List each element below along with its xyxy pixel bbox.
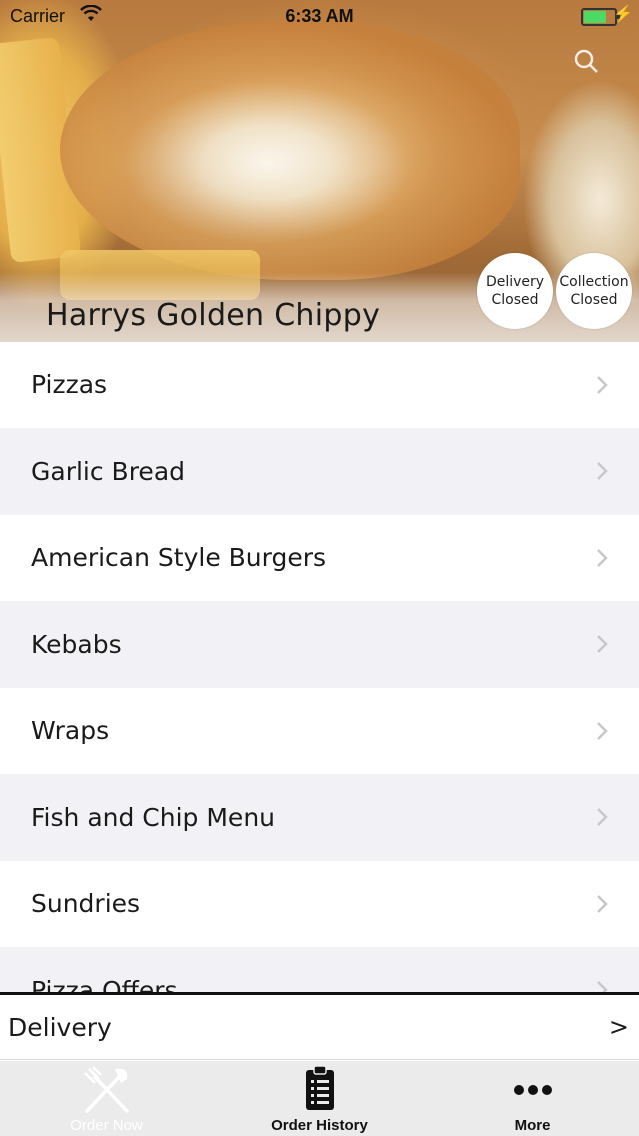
- fork-knife-icon: [81, 1065, 133, 1119]
- chevron-right-icon: [597, 721, 608, 740]
- menu-item-garlic-bread[interactable]: Garlic Bread: [0, 428, 639, 515]
- battery-icon: [581, 8, 620, 26]
- collection-status-value: Closed: [570, 292, 618, 308]
- fish-shape: [60, 20, 520, 280]
- delivery-status-value: Closed: [491, 292, 539, 308]
- menu-item-label: Fish and Chip Menu: [31, 802, 276, 832]
- menu-item-label: Kebabs: [31, 629, 122, 659]
- tab-label: Order History: [271, 1117, 368, 1134]
- ellipsis-icon: [513, 1081, 553, 1100]
- chevron-right-icon: [597, 375, 608, 394]
- menu-item-label: Pizzas: [31, 370, 108, 400]
- menu-item-label: Garlic Bread: [31, 456, 186, 486]
- menu-item-label: Wraps: [31, 716, 110, 746]
- clipboard-list-icon: [304, 1065, 336, 1115]
- menu-category-list[interactable]: Pizzas Garlic Bread American Style Burge…: [0, 342, 639, 992]
- menu-item-sundries[interactable]: Sundries: [0, 861, 639, 948]
- order-mode-label: Delivery: [8, 1012, 112, 1042]
- menu-item-fish-and-chip-menu[interactable]: Fish and Chip Menu: [0, 774, 639, 861]
- chevron-right-icon: [597, 981, 608, 992]
- delivery-status-badge: Delivery Closed: [477, 253, 553, 329]
- chevron-right-icon: [597, 548, 608, 567]
- menu-item-kebabs[interactable]: Kebabs: [0, 601, 639, 688]
- restaurant-name: Harrys Golden Chippy: [46, 298, 381, 333]
- clock-time: 6:33 AM: [285, 6, 354, 26]
- tab-label: More: [514, 1117, 551, 1134]
- delivery-status-title: Delivery: [485, 274, 545, 290]
- chevron-right-icon: [597, 808, 608, 827]
- collection-status-badge: Collection Closed: [556, 253, 632, 329]
- tab-bar: Order Now Order History More: [0, 1061, 639, 1136]
- tab-more[interactable]: More: [426, 1061, 639, 1136]
- tab-order-now[interactable]: Order Now: [0, 1061, 213, 1136]
- search-button[interactable]: [573, 48, 599, 74]
- menu-item-pizza-offers[interactable]: Pizza Offers: [0, 947, 639, 992]
- collection-status-title: Collection: [559, 274, 629, 290]
- order-mode-arrow: >: [608, 1013, 629, 1041]
- chevron-right-icon: [597, 462, 608, 481]
- status-bar: Carrier 6:33 AM ⚡: [0, 0, 639, 32]
- charging-bolt-icon: ⚡: [613, 6, 633, 23]
- menu-item-pizzas[interactable]: Pizzas: [0, 342, 639, 429]
- menu-item-label: Pizza Offers: [31, 975, 178, 992]
- chevron-right-icon: [597, 894, 608, 913]
- menu-item-label: American Style Burgers: [31, 543, 327, 573]
- menu-item-label: Sundries: [31, 889, 141, 919]
- chevron-right-icon: [597, 635, 608, 654]
- search-icon: [574, 49, 598, 73]
- tab-label: Order Now: [70, 1117, 143, 1134]
- menu-item-american-style-burgers[interactable]: American Style Burgers: [0, 515, 639, 602]
- order-mode-selector[interactable]: Delivery >: [0, 995, 639, 1060]
- tab-order-history[interactable]: Order History: [213, 1061, 426, 1136]
- menu-item-wraps[interactable]: Wraps: [0, 688, 639, 775]
